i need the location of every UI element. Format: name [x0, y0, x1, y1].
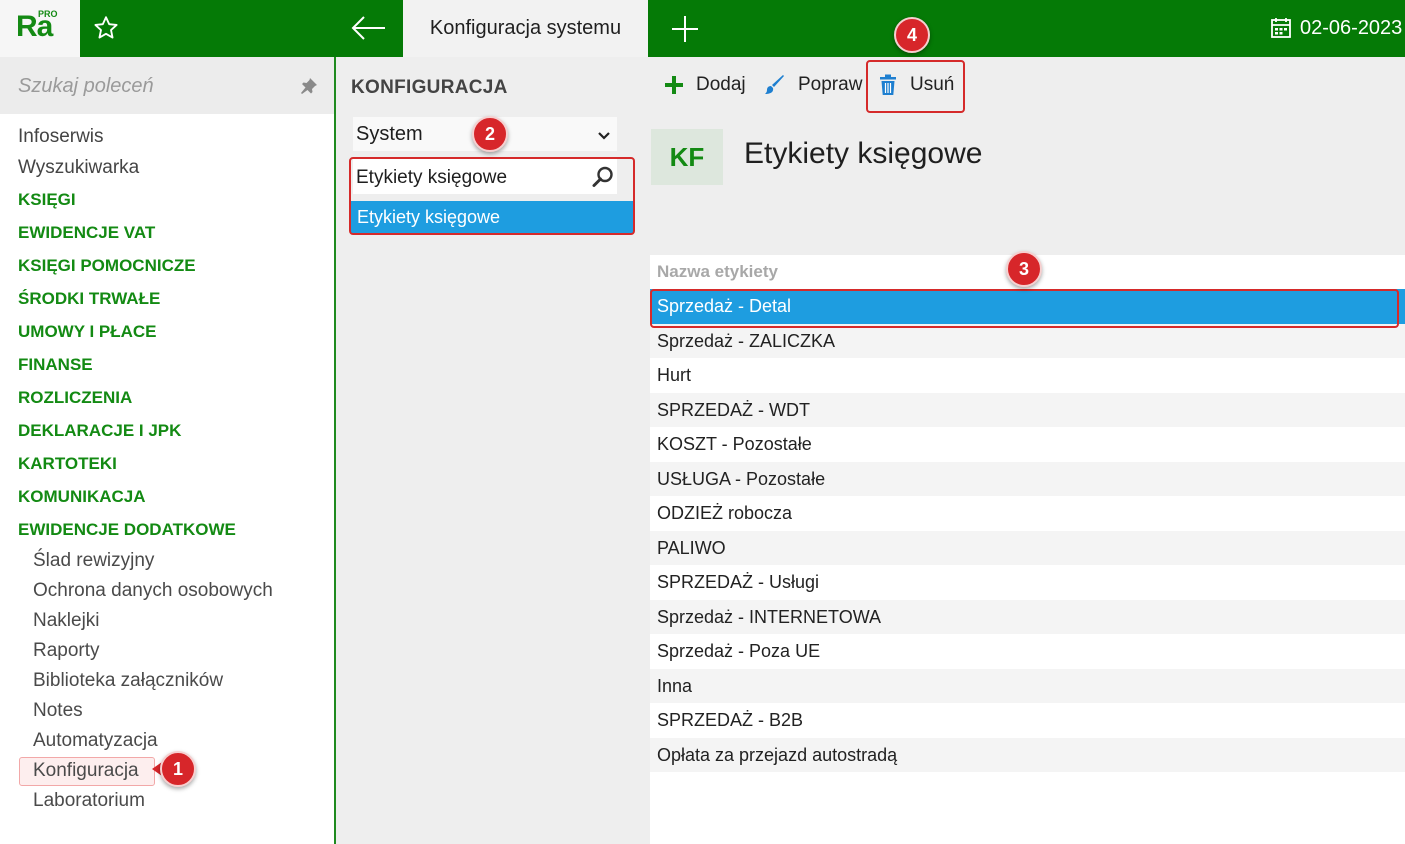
annotation-box-2	[349, 157, 635, 235]
main-content: Dodaj Popraw Usuń KF Etykiety księgowe N…	[636, 57, 1405, 844]
new-tab-plus-icon[interactable]	[668, 12, 702, 46]
table-row[interactable]: Sprzedaż - INTERNETOWA	[650, 599, 1405, 634]
sidebar-item-label: Notes	[33, 700, 83, 721]
table-row[interactable]: SPRZEDAŻ - WDT	[650, 392, 1405, 427]
select-value: System	[356, 123, 423, 145]
sidebar-nav: Infoserwis Wyszukiwarka KSIĘGI EWIDENCJE…	[0, 121, 334, 816]
sidebar-item-naklejki[interactable]: Naklejki	[0, 606, 334, 636]
logo-pro-label: PRO	[38, 9, 58, 19]
sidebar-item-notes[interactable]: Notes	[0, 696, 334, 726]
sidebar-item-label: Ochrona danych osobowych	[33, 580, 273, 601]
edit-button-label: Popraw	[798, 74, 863, 95]
sidebar-section-ksiegi[interactable]: KSIĘGI	[0, 183, 334, 216]
table-row-empty[interactable]	[650, 772, 1405, 807]
table-row[interactable]: ODZIEŻ robocza	[650, 496, 1405, 531]
sidebar-section-kartoteki[interactable]: KARTOTEKI	[0, 447, 334, 480]
tab-konfiguracja-systemu[interactable]: Konfiguracja systemu	[403, 0, 648, 57]
app-logo[interactable]: Ra PRO	[0, 0, 80, 57]
annotation-box-4	[866, 60, 965, 113]
search-placeholder: Szukaj poleceń	[18, 75, 154, 97]
edit-button[interactable]: Popraw	[764, 71, 862, 99]
annotation-badge-3: 3	[1006, 251, 1042, 287]
date-text: 02-06-2023	[1300, 16, 1403, 39]
sidebar-item-infoserwis[interactable]: Infoserwis	[0, 121, 334, 152]
table-row[interactable]: KOSZT - Pozostałe	[650, 427, 1405, 462]
sidebar: Szukaj poleceń Infoserwis Wyszukiwarka K…	[0, 57, 334, 844]
table-row[interactable]: USŁUGA - Pozostałe	[650, 461, 1405, 496]
module-badge: KF	[651, 129, 723, 185]
annotation-box-3	[650, 289, 1399, 328]
sidebar-section-ewidencje-vat[interactable]: EWIDENCJE VAT	[0, 216, 334, 249]
sidebar-section-ksiegi-pomocnicze[interactable]: KSIĘGI POMOCNICZE	[0, 249, 334, 282]
top-bar: Ra PRO Konfiguracja systemu 02-06-2023	[0, 0, 1405, 57]
sidebar-item-ochrona-danych[interactable]: Ochrona danych osobowych	[0, 576, 334, 606]
sidebar-item-biblioteka[interactable]: Biblioteka załączników	[0, 666, 334, 696]
sidebar-item-label: Raporty	[33, 640, 100, 661]
sidebar-section-umowy-i-place[interactable]: UMOWY I PŁACE	[0, 315, 334, 348]
config-panel: KONFIGURACJA System Etykiety księgowe Et…	[336, 57, 636, 844]
table-row[interactable]: SPRZEDAŻ - B2B	[650, 703, 1405, 738]
sidebar-section-finanse[interactable]: FINANSE	[0, 348, 334, 381]
sidebar-item-laboratorium[interactable]: Laboratorium	[0, 786, 334, 816]
table-row[interactable]: SPRZEDAŻ - Usługi	[650, 565, 1405, 600]
sidebar-section-srodki-trwale[interactable]: ŚRODKI TRWAŁE	[0, 282, 334, 315]
page-title: Etykiety księgowe	[744, 137, 983, 170]
annotation-badge-1: 1	[160, 751, 196, 787]
table-row[interactable]: PALIWO	[650, 530, 1405, 565]
table-row[interactable]: Sprzedaż - ZALICZKA	[650, 323, 1405, 358]
sidebar-item-label: Konfiguracja	[33, 760, 139, 781]
date-display[interactable]: 02-06-2023	[1270, 14, 1402, 42]
sidebar-item-raporty[interactable]: Raporty	[0, 636, 334, 666]
chevron-down-icon	[597, 128, 611, 146]
add-button-label: Dodaj	[696, 74, 746, 95]
annotation-badge-2: 2	[472, 116, 508, 152]
sidebar-item-automatyzacja[interactable]: Automatyzacja	[0, 726, 334, 756]
annotation-badge-4: 4	[894, 17, 930, 53]
sidebar-item-label: Laboratorium	[33, 790, 145, 811]
pin-icon[interactable]	[300, 77, 318, 100]
add-button[interactable]: Dodaj	[664, 71, 746, 99]
sidebar-section-deklaracje-i-jpk[interactable]: DEKLARACJE I JPK	[0, 414, 334, 447]
sidebar-section-rozliczenia[interactable]: ROZLICZENIA	[0, 381, 334, 414]
labels-table: Nazwa etykiety Sprzedaż - Detal Sprzedaż…	[650, 255, 1405, 844]
table-row[interactable]: Opłata za przejazd autostradą	[650, 737, 1405, 772]
sidebar-item-wyszukiwarka[interactable]: Wyszukiwarka	[0, 152, 334, 183]
command-search-input[interactable]: Szukaj poleceń	[0, 57, 334, 114]
config-panel-title: KONFIGURACJA	[351, 77, 508, 98]
table-row[interactable]: Inna	[650, 668, 1405, 703]
sidebar-item-label: Ślad rewizyjny	[33, 550, 155, 571]
sidebar-item-slad-rewizyjny[interactable]: Ślad rewizyjny	[0, 546, 334, 576]
sidebar-section-komunikacja[interactable]: KOMUNIKACJA	[0, 480, 334, 513]
sidebar-item-label: Biblioteka załączników	[33, 670, 224, 691]
brush-icon	[765, 75, 784, 94]
plus-icon	[665, 76, 683, 94]
calendar-icon	[1271, 18, 1291, 38]
sidebar-section-ewidencje-dodatkowe[interactable]: EWIDENCJE DODATKOWE	[0, 513, 334, 546]
favorite-star-icon[interactable]	[92, 14, 120, 42]
sidebar-item-label: Automatyzacja	[33, 730, 158, 751]
table-row[interactable]: Sprzedaż - Poza UE	[650, 634, 1405, 669]
table-row[interactable]: Hurt	[650, 358, 1405, 393]
sidebar-item-label: Naklejki	[33, 610, 100, 631]
toolbar: Dodaj Popraw Usuń	[636, 57, 1405, 114]
back-arrow-icon[interactable]	[350, 12, 388, 44]
